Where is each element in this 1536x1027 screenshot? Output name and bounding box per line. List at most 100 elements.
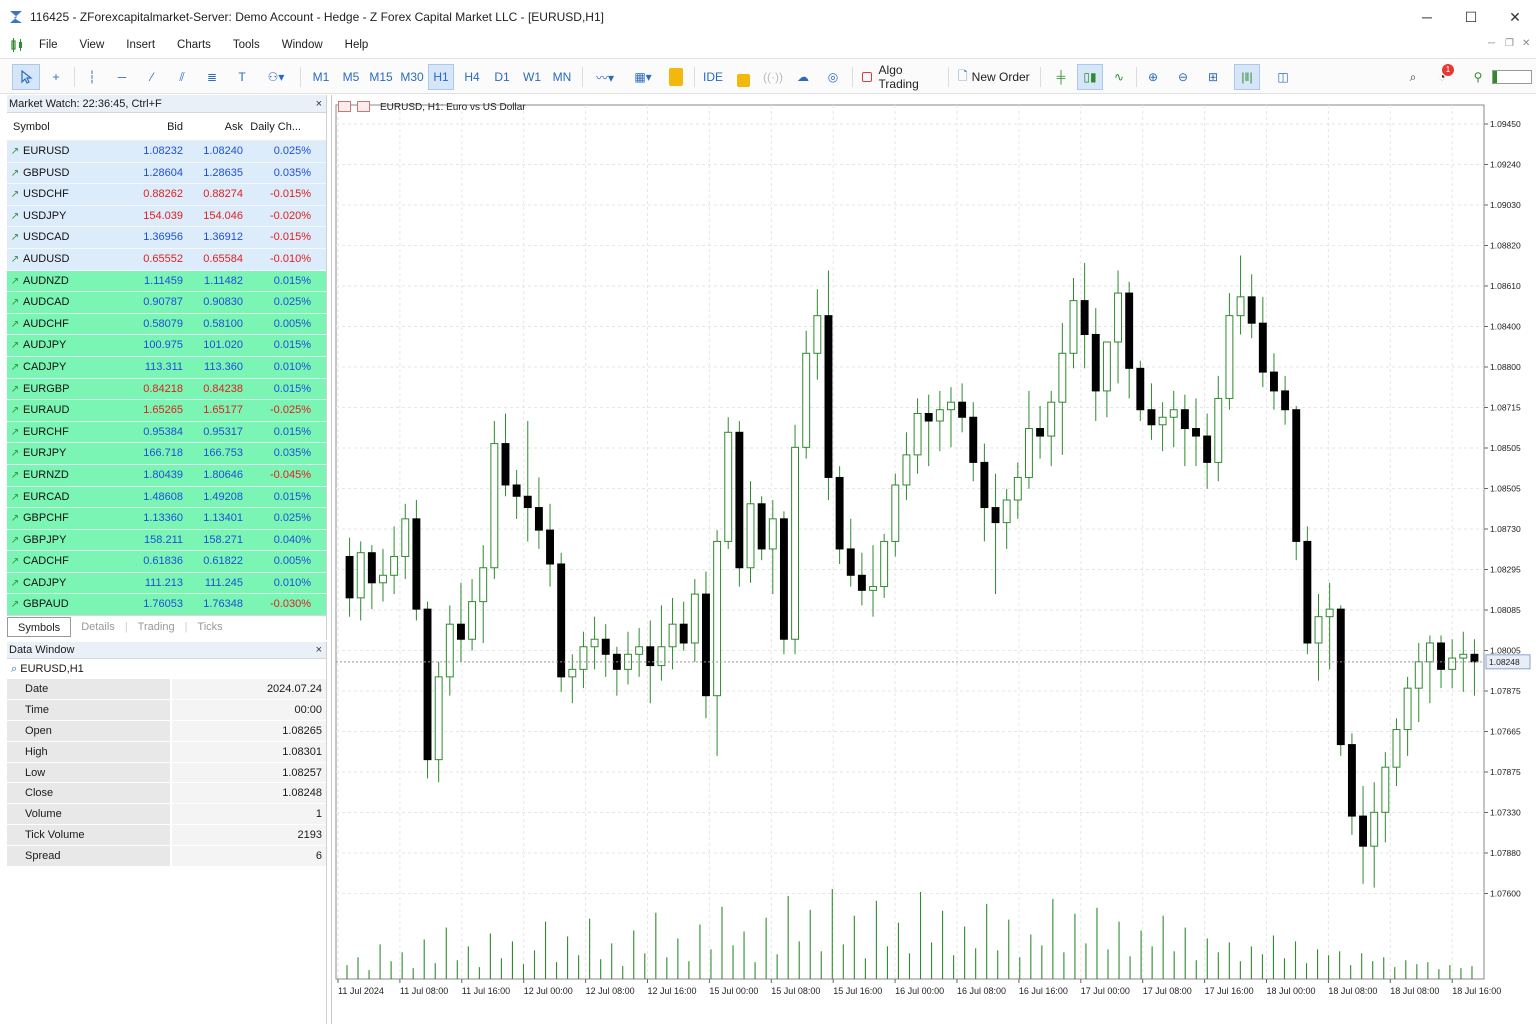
search-button[interactable]: ⌕ [1402, 64, 1424, 90]
timeframe-m5[interactable]: M5 [338, 64, 364, 90]
chart-list-icon[interactable] [338, 101, 351, 112]
timeframe-m1[interactable]: M1 [308, 64, 334, 90]
y-tick-label: 1.07665 [1490, 727, 1521, 737]
data-window-close-icon[interactable]: × [316, 642, 322, 659]
zoom-in-button[interactable]: ⊕ [1140, 64, 1166, 90]
chart-window[interactable]: 1.09450 1.09240 1.09030 1.08820 1.08610 1.084… [331, 95, 1536, 1024]
chart-title: EURUSD, H1: Euro vs US Dollar [380, 102, 526, 113]
chart-settings-icon[interactable] [357, 101, 371, 112]
candle-chart-button[interactable]: ▯▮ [1077, 64, 1103, 90]
market-watch-row[interactable]: ↗ AUDCHF 0.58079 0.58100 0.005% [7, 313, 326, 336]
market-watch-row[interactable]: ↗ EURNZD 1.80439 1.80646 -0.045% [7, 464, 326, 487]
menu-file[interactable]: File [28, 39, 69, 51]
timeframe-h1[interactable]: H1 [428, 64, 454, 90]
mdi-minimize-icon[interactable]: ─ [1488, 38, 1495, 49]
vps-button[interactable]: ☁ [790, 64, 816, 90]
screenshot-button[interactable]: ◫ [1270, 64, 1296, 90]
market-watch-close-icon[interactable]: × [316, 95, 322, 113]
line-chart-button[interactable]: ∿ [1106, 64, 1132, 90]
tab-trading[interactable]: Trading [128, 617, 185, 637]
menu-insert[interactable]: Insert [115, 39, 166, 51]
market-button[interactable]: ◎ [820, 64, 846, 90]
cursor-tool-button[interactable] [12, 64, 40, 90]
tab-symbols[interactable]: Symbols [7, 616, 72, 637]
notifications-button[interactable]: ◔ 1 [1430, 64, 1454, 90]
market-watch-row[interactable]: ↗ AUDJPY 100.975 101.020 0.015% [7, 335, 326, 357]
market-watch-row[interactable]: ↗ EURJPY 166.718 166.753 0.035% [7, 443, 326, 465]
timeframe-w1[interactable]: W1 [519, 64, 545, 90]
mdi-close-icon[interactable]: ✕ [1522, 38, 1530, 49]
column-daily-change[interactable]: Daily Ch... [247, 113, 315, 140]
market-watch-row[interactable]: ↗ EURCHF 0.95384 0.95317 0.015% [7, 421, 326, 444]
text-tool-button[interactable]: T [230, 64, 254, 90]
market-watch-row[interactable]: ↗ AUDCAD 0.90787 0.90830 0.025% [7, 292, 326, 314]
trendline-button[interactable]: ⁄ [140, 64, 164, 90]
indicators-dropdown-button[interactable]: 〰▾ [588, 64, 622, 90]
column-ask[interactable]: Ask [187, 113, 247, 140]
candle-body [1470, 653, 1479, 663]
menu-tools[interactable]: Tools [222, 39, 271, 51]
market-watch-row[interactable]: ↗ AUDNZD 1.11459 1.11482 0.015% [7, 270, 326, 293]
market-watch-row[interactable]: ↗ USDCHF 0.88262 0.88274 -0.015% [7, 184, 326, 206]
tab-ticks[interactable]: Ticks [187, 617, 232, 637]
new-order-button[interactable]: 🗋 New Order [954, 64, 1032, 90]
market-watch-row[interactable]: ↗ USDCAD 1.36956 1.36912 -0.015% [7, 227, 326, 249]
trendline-icon: ⁄ [150, 70, 153, 84]
shapes-dropdown-button[interactable]: ⚇▾ [260, 64, 292, 90]
market-watch-row[interactable]: ↗ GBPUSD 1.28604 1.28635 0.035% [7, 162, 326, 185]
column-symbol[interactable]: Symbol [7, 113, 127, 140]
market-watch-row[interactable]: ↗ EURAUD 1.65265 1.65177 -0.025% [7, 400, 326, 422]
market-watch-row[interactable]: ↗ EURGBP 0.84218 0.84238 0.015% [7, 378, 326, 401]
autoscroll-button[interactable]: |‖| [1234, 64, 1260, 90]
price-chart[interactable]: 1.09450 1.09240 1.09030 1.08820 1.08610 1.084… [332, 95, 1536, 1024]
y-tick-label: 1.08400 [1490, 322, 1521, 332]
vertical-line-button[interactable]: ┆ [80, 64, 104, 90]
candle-body [1058, 352, 1067, 403]
crosshair-tool-button[interactable]: + [44, 64, 68, 90]
close-button[interactable]: ✕ [1492, 0, 1536, 34]
timeframe-d1[interactable]: D1 [489, 64, 515, 90]
market-watch-row[interactable]: ↗ GBPCHF 1.13360 1.13401 0.025% [7, 508, 326, 530]
horizontal-line-button[interactable]: ─ [110, 64, 134, 90]
market-watch-row[interactable]: ↗ CADCHF 0.61836 0.61822 0.005% [7, 551, 326, 573]
y-tick-label: 1.07600 [1490, 889, 1521, 899]
fibonacci-button[interactable]: ≣ [200, 64, 224, 90]
market-watch-row[interactable]: ↗ EURUSD 1.08232 1.08240 0.025% [7, 141, 326, 163]
templates-dropdown-button[interactable]: ▦▾ [626, 64, 660, 90]
zoom-out-button[interactable]: ⊖ [1170, 64, 1196, 90]
column-bid[interactable]: Bid [127, 113, 187, 140]
timeframe-m15[interactable]: M15 [367, 64, 395, 90]
maximize-button[interactable]: ☐ [1448, 0, 1494, 34]
market-watch-row[interactable]: ↗ AUDUSD 0.65552 0.65584 -0.010% [7, 248, 326, 271]
timeframe-h4[interactable]: H4 [459, 64, 485, 90]
timeframe-m30[interactable]: M30 [398, 64, 426, 90]
market-watch-row[interactable]: ↗ GBPAUD 1.76053 1.76348 -0.030% [7, 594, 326, 617]
tab-details[interactable]: Details [71, 617, 125, 637]
bar-chart-button[interactable]: ╪ [1048, 64, 1074, 90]
menu-view[interactable]: View [69, 39, 116, 51]
tile-windows-button[interactable]: ⊞ [1200, 64, 1226, 90]
ask-cell: 0.58100 [203, 317, 243, 330]
candle-body [791, 446, 800, 640]
mdi-restore-icon[interactable]: ❐ [1505, 38, 1514, 49]
channel-button[interactable]: ⫽ [170, 64, 194, 90]
algo-trading-button[interactable]: Algo Trading [858, 63, 942, 91]
market-watch-row[interactable]: ↗ GBPJPY 158.211 158.271 0.040% [7, 529, 326, 552]
data-window-row: Low 1.08257 [7, 762, 326, 784]
x-tick-label: 18 Jul 00:00 [1267, 986, 1316, 996]
profiles-button[interactable] [664, 64, 688, 90]
signals-button[interactable]: ((·)) [760, 64, 786, 90]
market-watch-row[interactable]: ↗ CADJPY 111.213 111.245 0.010% [7, 572, 326, 595]
market-watch-row[interactable]: ↗ EURCAD 1.48608 1.49208 0.015% [7, 486, 326, 509]
candle-body [657, 646, 666, 667]
minimize-button[interactable]: ─ [1404, 0, 1450, 34]
y-tick-label: 1.09030 [1490, 200, 1521, 210]
market-watch-row[interactable]: ↗ CADJPY 113.311 113.360 0.010% [7, 356, 326, 379]
lock-button[interactable] [730, 64, 756, 90]
market-watch-row[interactable]: ↗ USDJPY 154.039 154.046 -0.020% [7, 205, 326, 228]
ide-button[interactable]: IDE [700, 64, 726, 90]
menu-window[interactable]: Window [271, 39, 334, 51]
menu-charts[interactable]: Charts [166, 39, 222, 51]
menu-help[interactable]: Help [334, 39, 380, 51]
timeframe-mn[interactable]: MN [549, 64, 575, 90]
